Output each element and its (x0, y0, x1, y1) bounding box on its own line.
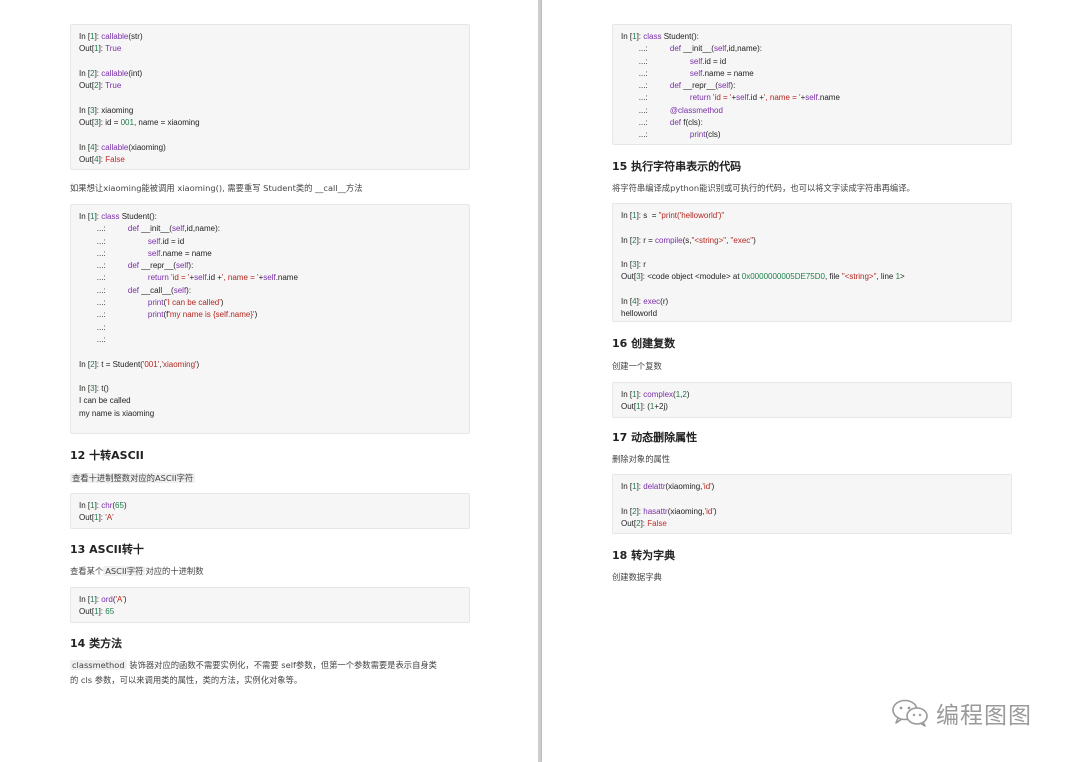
code-line: ...: print('I can be called') (79, 298, 224, 308)
paragraph-17: 删除对象的属性 (612, 454, 671, 464)
code-line: Out[2]: False (621, 518, 667, 528)
code-line: ...: self.id = id (79, 236, 185, 246)
code-line: ...: def __repr__(self): (621, 81, 736, 91)
code-line: ...: self.name = name (79, 248, 212, 258)
code-block-delattr: In [1]: delattr(xiaoming,'id') In [2]: ha… (612, 474, 1012, 534)
paragraph-12: 查看十进制整数对应的ASCII字符 (70, 472, 196, 484)
code-line: In [1]: chr(65) (79, 501, 127, 510)
code-line: Out[1]: 65 (79, 607, 115, 617)
code-line: In [1]: complex(1,2) (621, 390, 690, 399)
code-line: I can be called (79, 396, 131, 406)
paragraph-call-method: 如果想让xiaoming能被调用 xiaoming(), 需要重写 Studen… (70, 182, 363, 194)
code-line: ...: print(f'my name is {self.name}') (79, 310, 258, 320)
para-text: 能被调用 xiaoming(), 需要重写 Student类的 __call__… (141, 183, 363, 193)
code-line: Out[2]: True (79, 81, 122, 91)
code-line: ...: def f(cls): (621, 118, 703, 128)
code-line: In [2]: hasattr(xiaoming,'id') (621, 506, 717, 516)
code-line: my name is xiaoming (79, 408, 155, 418)
code-line: In [1]: class Student(): (621, 32, 699, 41)
code-line: ...: self.name = name (621, 68, 754, 78)
watermark: 编程图图 (890, 696, 1032, 730)
code-line: In [3]: t() (79, 384, 109, 394)
wechat-icon (892, 699, 928, 727)
section-heading-12: 12 十转ASCII (70, 449, 144, 462)
inline-code: 查看十进制整数对应的ASCII字符 (70, 473, 196, 483)
code-line: In [3]: r (621, 260, 646, 270)
section-heading-13: 13 ASCII转十 (70, 543, 144, 556)
code-block-ord: In [1]: ord('A') Out[1]: 65 (70, 587, 470, 623)
paragraph-15: 将字符串编译成python能识别或可执行的代码，也可以将文字读成字符串再编译。 (612, 183, 915, 193)
code-block-callable: In [1]: callable(str) Out[1]: True In [2]:… (70, 24, 470, 170)
code-line: Out[3]: <code object <module> at 0x00000… (621, 272, 905, 282)
code-line: ...: print(cls) (621, 130, 721, 140)
inline-code: ASCII字符 (103, 566, 146, 576)
code-line: ...: return 'id = '+self.id +', name = '… (79, 273, 298, 283)
code-line: Out[4]: False (79, 154, 125, 164)
code-line: ...: (79, 334, 106, 344)
inline-code: xiaoming (103, 183, 142, 193)
paragraph-14-line1: classmethod 装饰器对应的函数不需要实例化，不需要 self参数，但第… (70, 659, 437, 671)
code-line: ...: def __init__(self,id,name): (79, 224, 220, 234)
code-line: Out[1]: True (79, 44, 122, 54)
para-text: 对应的十进制数 (145, 566, 204, 576)
para-text: 装饰器对应的函数不需要实例化，不需要 self参数，但第一个参数需要是表示自身类 (126, 660, 437, 670)
code-line: In [1]: s = "print('helloworld')" (621, 211, 725, 220)
code-line: ...: self.id = id (621, 56, 727, 66)
code-line: Out[3]: id = 001, name = xiaoming (79, 118, 200, 128)
code-line: helloworld (621, 309, 658, 319)
code-line: In [4]: exec(r) (621, 297, 669, 307)
section-heading-17: 17 动态删除属性 (612, 431, 698, 444)
code-line: In [4]: callable(xiaoming) (79, 142, 166, 152)
code-line: In [2]: r = compile(s,"<string>", "exec"… (621, 235, 756, 245)
code-line: ...: def __repr__(self): (79, 261, 194, 271)
paragraph-13: 查看某个 ASCII字符 对应的十进制数 (70, 565, 204, 577)
section-heading-16: 16 创建复数 (612, 337, 676, 350)
code-line: In [1]: class Student(): (79, 212, 157, 221)
document-page-left: In [1]: callable(str) Out[1]: True In [2]:… (0, 0, 538, 762)
code-line: Out[1]: (1+2j) (621, 402, 668, 412)
paragraph-14-line2: 的 cls 参数，可以来调用类的属性，类的方法，实例化对象等。 (70, 675, 303, 685)
paragraph-18: 创建数据字典 (612, 572, 662, 582)
code-line: ...: def __init__(self,id,name): (621, 44, 762, 54)
section-heading-14: 14 类方法 (70, 637, 123, 650)
paragraph-16: 创建一个复数 (612, 361, 662, 371)
para-text: 查看某个 (70, 566, 104, 576)
code-line: ...: return 'id = '+self.id +', name = '… (621, 93, 840, 103)
code-line: ...: @classmethod (621, 105, 723, 115)
watermark-text: 编程图图 (936, 703, 1032, 729)
code-block-complex: In [1]: complex(1,2) Out[1]: (1+2j) (612, 382, 1012, 418)
code-line: In [3]: xiaoming (79, 105, 134, 115)
code-line: In [1]: ord('A') (79, 595, 127, 604)
code-line: Out[1]: 'A' (79, 513, 114, 523)
document-page-right: In [1]: class Student(): ...: def __init… (542, 0, 1080, 762)
para-text: 如果想让 (70, 183, 104, 193)
code-block-classmethod: In [1]: class Student(): ...: def __init… (612, 24, 1012, 145)
code-line: ...: def __call__(self): (79, 285, 192, 295)
code-line: In [2]: t = Student('001','xiaoming') (79, 359, 200, 369)
code-line: In [2]: callable(int) (79, 68, 143, 78)
section-heading-15: 15 执行字符串表示的代码 (612, 160, 742, 173)
section-heading-18: 18 转为字典 (612, 549, 676, 562)
code-line: In [1]: delattr(xiaoming,'id') (621, 482, 715, 491)
code-block-compile: In [1]: s = "print('helloworld')" In [2]:… (612, 203, 1012, 322)
code-block-call: In [1]: class Student(): ...: def __init… (70, 204, 470, 434)
code-block-chr: In [1]: chr(65) Out[1]: 'A' (70, 493, 470, 529)
inline-code: classmethod (70, 660, 127, 670)
code-line: In [1]: callable(str) (79, 32, 143, 41)
code-line: ...: (79, 322, 106, 332)
